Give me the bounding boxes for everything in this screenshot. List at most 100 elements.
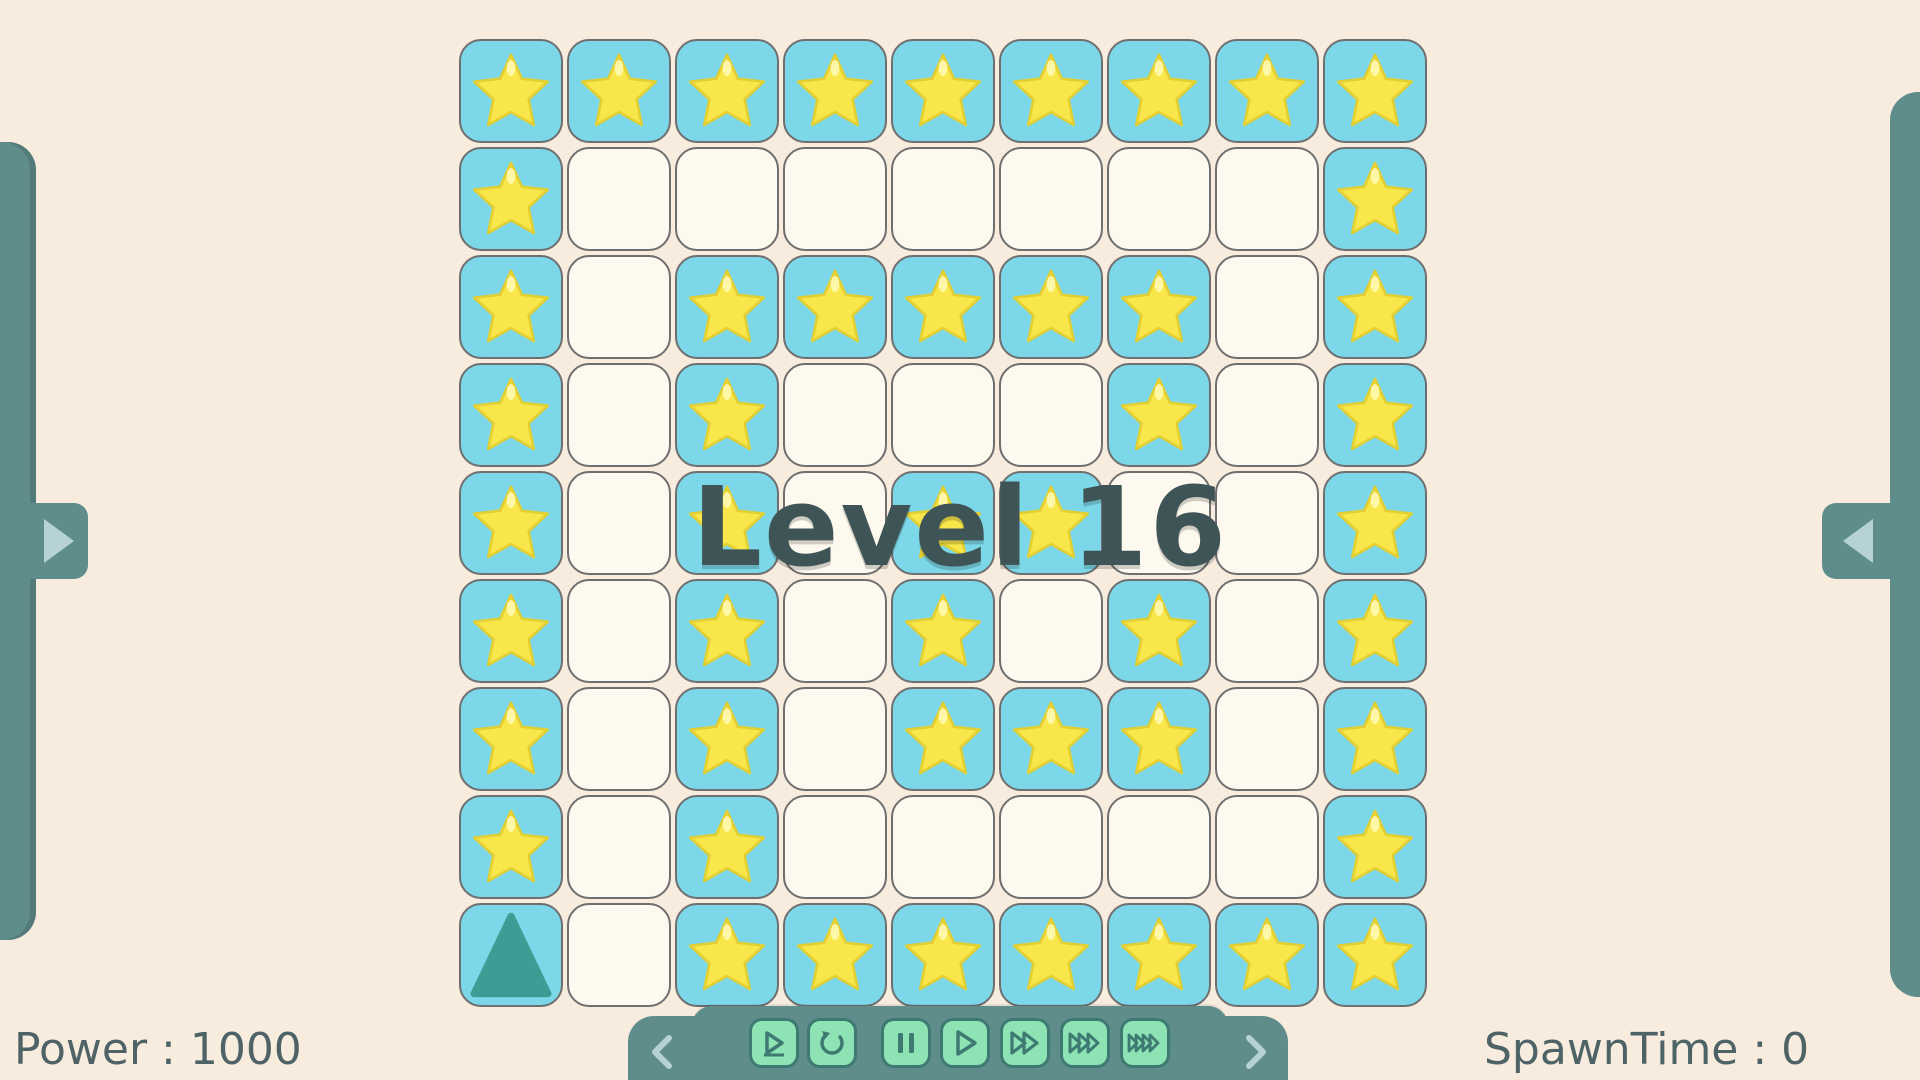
board-cell-empty[interactable] (891, 795, 995, 899)
board-cell-empty[interactable] (999, 147, 1103, 251)
board-cell-triangle[interactable] (459, 903, 563, 1007)
board-cell-star[interactable] (567, 39, 671, 143)
board-cell-empty[interactable] (783, 795, 887, 899)
board-cell-empty[interactable] (783, 471, 887, 575)
board-cell-star[interactable] (459, 579, 563, 683)
board-cell-star[interactable] (675, 687, 779, 791)
board-cell-empty[interactable] (567, 147, 671, 251)
board-cell-empty[interactable] (1215, 147, 1319, 251)
board-cell-star[interactable] (1107, 579, 1211, 683)
board-cell-star[interactable] (459, 687, 563, 791)
board-cell-star[interactable] (999, 255, 1103, 359)
board-cell-star[interactable] (675, 471, 779, 575)
board-cell-star[interactable] (891, 687, 995, 791)
board-cell-star[interactable] (459, 255, 563, 359)
board-cell-star[interactable] (999, 471, 1103, 575)
star-icon (1336, 161, 1414, 235)
board-cell-empty[interactable] (567, 795, 671, 899)
board-cell-empty[interactable] (783, 687, 887, 791)
board-cell-star[interactable] (1323, 471, 1427, 575)
board-cell-star[interactable] (783, 255, 887, 359)
board-cell-empty[interactable] (1215, 687, 1319, 791)
star-icon (1336, 809, 1414, 883)
star-icon (796, 53, 874, 127)
board-cell-star[interactable] (1107, 903, 1211, 1007)
board-cell-empty[interactable] (783, 363, 887, 467)
board-cell-star[interactable] (1323, 147, 1427, 251)
board-cell-star[interactable] (675, 903, 779, 1007)
restart-button[interactable] (807, 1018, 857, 1068)
board-cell-star[interactable] (891, 471, 995, 575)
board-cell-empty[interactable] (783, 579, 887, 683)
board-cell-empty[interactable] (891, 147, 995, 251)
step-play-button[interactable] (749, 1018, 799, 1068)
board-cell-empty[interactable] (1215, 255, 1319, 359)
board-cell-empty[interactable] (567, 579, 671, 683)
board-cell-star[interactable] (783, 903, 887, 1007)
star-icon (688, 809, 766, 883)
board-cell-star[interactable] (459, 471, 563, 575)
board-cell-star[interactable] (1323, 255, 1427, 359)
board-cell-empty[interactable] (999, 795, 1103, 899)
next-button[interactable] (1236, 1030, 1276, 1074)
board-cell-star[interactable] (459, 795, 563, 899)
pause-button[interactable] (881, 1018, 931, 1068)
board-cell-empty[interactable] (675, 147, 779, 251)
board-cell-star[interactable] (459, 147, 563, 251)
board-cell-star[interactable] (675, 579, 779, 683)
board-cell-empty[interactable] (783, 147, 887, 251)
board-cell-empty[interactable] (1215, 795, 1319, 899)
board-cell-star[interactable] (1323, 363, 1427, 467)
board-cell-star[interactable] (891, 903, 995, 1007)
board-cell-empty[interactable] (567, 363, 671, 467)
star-icon (1120, 269, 1198, 343)
board-cell-star[interactable] (999, 903, 1103, 1007)
prev-button[interactable] (642, 1030, 682, 1074)
board-cell-empty[interactable] (1107, 147, 1211, 251)
board-cell-star[interactable] (1323, 687, 1427, 791)
board-cell-empty[interactable] (891, 363, 995, 467)
board-cell-star[interactable] (783, 39, 887, 143)
board-cell-star[interactable] (1323, 579, 1427, 683)
right-panel-toggle[interactable] (1822, 503, 1894, 579)
fastest-forward-button[interactable] (1120, 1018, 1170, 1068)
board-cell-star[interactable] (459, 363, 563, 467)
left-panel-toggle[interactable] (30, 503, 88, 579)
board-cell-star[interactable] (675, 39, 779, 143)
power-readout: Power : 1000 (14, 1024, 302, 1075)
board-cell-star[interactable] (675, 255, 779, 359)
board-cell-star[interactable] (891, 579, 995, 683)
board-cell-star[interactable] (1107, 687, 1211, 791)
board-cell-star[interactable] (1215, 903, 1319, 1007)
faster-forward-button[interactable] (1060, 1018, 1110, 1068)
board-cell-star[interactable] (999, 39, 1103, 143)
board-cell-empty[interactable] (1215, 363, 1319, 467)
board-cell-star[interactable] (1215, 39, 1319, 143)
board-cell-star[interactable] (1323, 795, 1427, 899)
board-cell-empty[interactable] (567, 687, 671, 791)
board-cell-star[interactable] (1323, 903, 1427, 1007)
board-cell-star[interactable] (1107, 363, 1211, 467)
board-cell-empty[interactable] (1215, 579, 1319, 683)
play-button[interactable] (940, 1018, 990, 1068)
board-cell-empty[interactable] (1107, 795, 1211, 899)
star-icon (580, 53, 658, 127)
board-cell-star[interactable] (1107, 255, 1211, 359)
board-cell-star[interactable] (999, 687, 1103, 791)
board-cell-empty[interactable] (1107, 471, 1211, 575)
board-cell-star[interactable] (675, 363, 779, 467)
board-cell-empty[interactable] (567, 471, 671, 575)
star-icon (904, 701, 982, 775)
board-cell-empty[interactable] (1215, 471, 1319, 575)
board-cell-star[interactable] (1107, 39, 1211, 143)
fast-forward-button[interactable] (1000, 1018, 1050, 1068)
board-cell-star[interactable] (675, 795, 779, 899)
board-cell-star[interactable] (1323, 39, 1427, 143)
board-cell-empty[interactable] (567, 255, 671, 359)
board-cell-star[interactable] (459, 39, 563, 143)
board-cell-empty[interactable] (999, 579, 1103, 683)
board-cell-empty[interactable] (567, 903, 671, 1007)
board-cell-star[interactable] (891, 255, 995, 359)
board-cell-empty[interactable] (999, 363, 1103, 467)
board-cell-star[interactable] (891, 39, 995, 143)
